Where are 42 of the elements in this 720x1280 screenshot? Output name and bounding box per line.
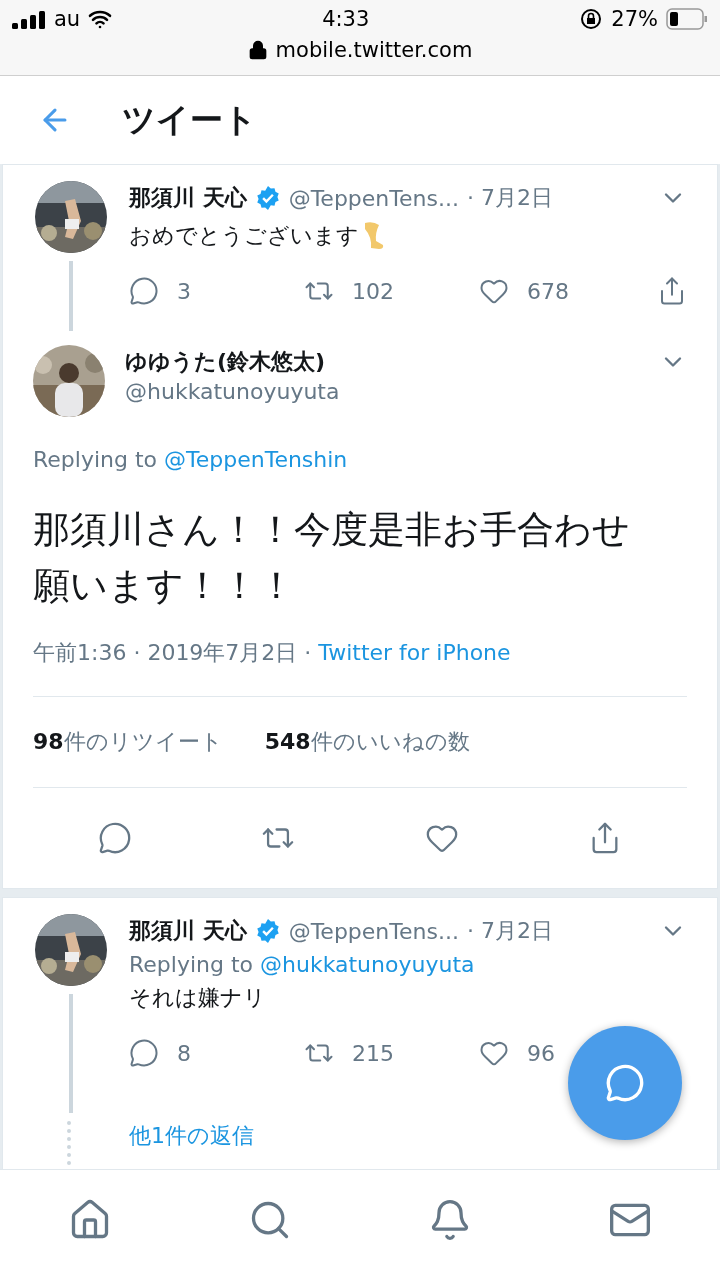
speech-bubble-icon xyxy=(129,1038,159,1068)
leg-icon xyxy=(363,221,385,251)
page-title: ツイート xyxy=(122,98,257,141)
user-name: 那須川 天心 xyxy=(129,184,247,212)
mention-link[interactable]: @hukkatunoyuyuta xyxy=(260,952,475,977)
signal-icon xyxy=(12,9,46,29)
like-count[interactable]: 548件のいいねの数 xyxy=(264,727,470,757)
like-button[interactable]: 678 xyxy=(479,276,569,306)
reply-button[interactable]: 8 xyxy=(129,1038,191,1068)
retweet-button[interactable]: 102 xyxy=(304,276,394,306)
reply-context: Replying to @TeppenTenshin xyxy=(33,447,349,472)
user-handle: @hukkatunoyuyuta xyxy=(125,379,341,404)
reply-button[interactable] xyxy=(97,821,132,855)
user-handle: @TeppenTens... xyxy=(288,185,459,211)
tweet-text: おめでとうございます xyxy=(129,222,359,250)
carrier-name: au xyxy=(54,7,81,31)
rotation-lock-icon xyxy=(579,7,604,31)
mention-link[interactable]: @TeppenTenshin xyxy=(164,447,348,472)
retweet-button[interactable]: 215 xyxy=(304,1038,394,1068)
speech-bubble-icon xyxy=(129,276,159,306)
verified-badge-icon xyxy=(254,185,281,211)
tweet-text: それは嫌ナリ xyxy=(129,984,266,1012)
user-handle: @TeppenTens... xyxy=(288,918,459,944)
retweet-count[interactable]: 98件のリツイート xyxy=(33,727,223,757)
like-button[interactable]: 96 xyxy=(479,1038,555,1068)
battery-percent: 27% xyxy=(611,7,658,31)
user-name: ゆゆうた(鈴木悠太) xyxy=(125,348,326,376)
speech-bubble-icon xyxy=(605,1063,645,1103)
reply-button[interactable]: 3 xyxy=(129,276,191,306)
verified-badge-icon xyxy=(254,918,281,944)
more-replies-link[interactable]: 他1件の返信 xyxy=(129,1093,687,1169)
page-url[interactable]: mobile.twitter.com xyxy=(275,38,473,62)
reply-context: Replying to @hukkatunoyuyuta xyxy=(129,952,476,977)
lock-icon xyxy=(247,40,268,60)
battery-icon xyxy=(666,8,708,30)
clock: 4:33 xyxy=(322,7,370,31)
tweet-timestamp: 午前1:36 · 2019年7月2日 · Twitter for iPhone xyxy=(33,638,687,697)
tweet-date: · 7月2日 xyxy=(466,917,553,945)
source-link[interactable]: Twitter for iPhone xyxy=(318,640,511,665)
tweet-text: 那須川さん！！今度是非お手合わせ願います！！！ xyxy=(33,507,631,609)
user-name: 那須川 天心 xyxy=(129,917,247,945)
tweet-date: · 7月2日 xyxy=(466,184,553,212)
